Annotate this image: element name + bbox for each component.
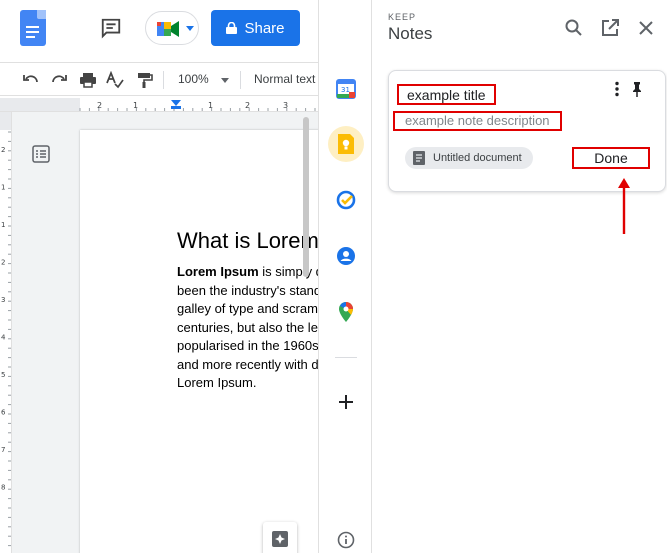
note-card[interactable]: example title example note description U… [388,70,666,192]
keep-icon[interactable] [328,126,364,162]
keep-side-panel: KEEP Notes example title example note de… [372,0,667,553]
ruler-number: 2 [245,101,250,110]
first-line-indent-marker[interactable] [171,106,181,109]
body-line: popularised in the 1960s with the [177,338,318,353]
ruler-number: 8 [1,484,5,492]
contacts-glyph-icon [337,247,355,265]
note-description-field[interactable]: example note description [393,111,562,131]
zoom-select[interactable]: 100% [178,72,209,86]
indent-marker-icon[interactable] [171,100,181,106]
ruler-number: 1 [133,101,138,110]
body-line-text: is simply dummy text of [262,264,318,279]
calendar-glyph-icon: 31 [336,79,356,99]
tasks-icon[interactable] [328,182,364,218]
format-toolbar: 100% Normal text [0,62,318,96]
bold-lead: Lorem Ipsum [177,264,259,279]
annotation-arrow [618,178,630,234]
share-label: Share [244,19,285,37]
spellcheck-icon[interactable] [106,71,124,89]
plus-icon[interactable] [328,384,364,420]
body-line: centuries, but also the leap into [177,319,318,335]
info-icon[interactable] [328,522,364,553]
share-button[interactable]: Share [211,10,300,46]
panel-title: Notes [388,24,433,43]
body-line: Lorem Ipsum. [177,375,257,390]
contacts-icon[interactable] [328,238,364,274]
body-line: Lorem Ipsum is simply dummy text of [177,263,318,282]
explore-button[interactable] [263,522,297,553]
ruler-number: 1 [1,184,5,192]
ruler-margin [0,112,11,130]
note-title-field[interactable]: example title [397,84,496,105]
document-outline-icon[interactable] [32,145,50,163]
horizontal-ruler-ticks: 2 1 1 2 3 [0,98,316,111]
document-canvas[interactable]: What is Lorem Ipsum? Lorem Ipsum is simp… [12,112,318,553]
search-icon[interactable] [564,18,584,38]
vertical-ruler: 2 1 1 2 3 4 5 6 7 8 [0,112,12,553]
document-body: Lorem Ipsum is simply dummy text of been… [177,263,318,393]
maps-icon[interactable] [328,294,364,330]
keep-glyph-icon [338,134,354,154]
document-page[interactable]: What is Lorem Ipsum? Lorem Ipsum is simp… [80,130,318,553]
app-window: Share B 100% Normal text [0,0,667,553]
ruler-number: 2 [1,259,5,267]
svg-text:31: 31 [341,86,350,94]
docs-logo-icon[interactable] [20,10,46,46]
ruler-number: 2 [1,146,5,154]
side-panel-rail: 31 [318,0,372,553]
ruler-number: 1 [1,221,5,229]
ruler-number: 3 [1,296,5,304]
linked-doc-chip[interactable]: Untitled document [405,147,533,169]
ruler-number: 4 [1,334,6,342]
ruler-number: 3 [283,101,288,110]
tasks-glyph-icon [336,190,356,210]
linked-doc-name: Untitled document [433,152,522,164]
maps-glyph-icon [339,302,353,322]
calendar-icon[interactable]: 31 [328,71,364,107]
print-icon[interactable] [79,71,97,89]
body-line: galley of type and scrambled it to [177,301,318,316]
info-glyph-icon [337,531,355,549]
doc-icon [413,151,425,165]
horizontal-ruler: 2 1 1 2 3 [0,98,318,112]
chevron-down-icon [186,26,194,31]
explore-icon [272,531,288,547]
ruler-number: 5 [1,371,5,379]
open-in-new-icon[interactable] [600,18,620,38]
body-line: been the industry's standard dummy [177,282,318,298]
ruler-number: 2 [97,101,102,110]
lock-icon [226,22,238,34]
ruler-number: 7 [1,446,5,454]
ruler-margin [0,98,80,111]
vertical-ruler-ticks: 2 1 1 2 3 4 5 6 7 8 [0,112,11,547]
panel-app-name: KEEP [388,12,417,22]
add-addon-icon [339,395,353,409]
ruler-number: 6 [1,409,6,417]
comment-icon[interactable] [100,17,122,39]
toolbar-divider [240,71,241,89]
document-heading: What is Lorem Ipsum? [177,228,318,253]
more-vert-icon[interactable] [613,81,621,97]
meet-button[interactable] [145,11,199,45]
document-scrollbar[interactable] [303,117,309,277]
body-line: and more recently with desktop [177,356,318,372]
toolbar-divider [163,71,164,89]
zoom-chevron-down-icon[interactable] [221,78,229,83]
docs-header: Share B [0,0,352,58]
undo-icon[interactable] [22,71,40,89]
done-button[interactable]: Done [572,147,650,169]
pin-icon[interactable] [629,81,645,97]
paint-format-icon[interactable] [135,71,153,89]
rail-divider [335,357,357,358]
close-icon[interactable] [636,18,656,38]
meet-camera-icon [157,21,179,37]
redo-icon[interactable] [50,71,68,89]
ruler-number: 1 [208,101,213,110]
paragraph-style-select[interactable]: Normal text [254,72,315,86]
